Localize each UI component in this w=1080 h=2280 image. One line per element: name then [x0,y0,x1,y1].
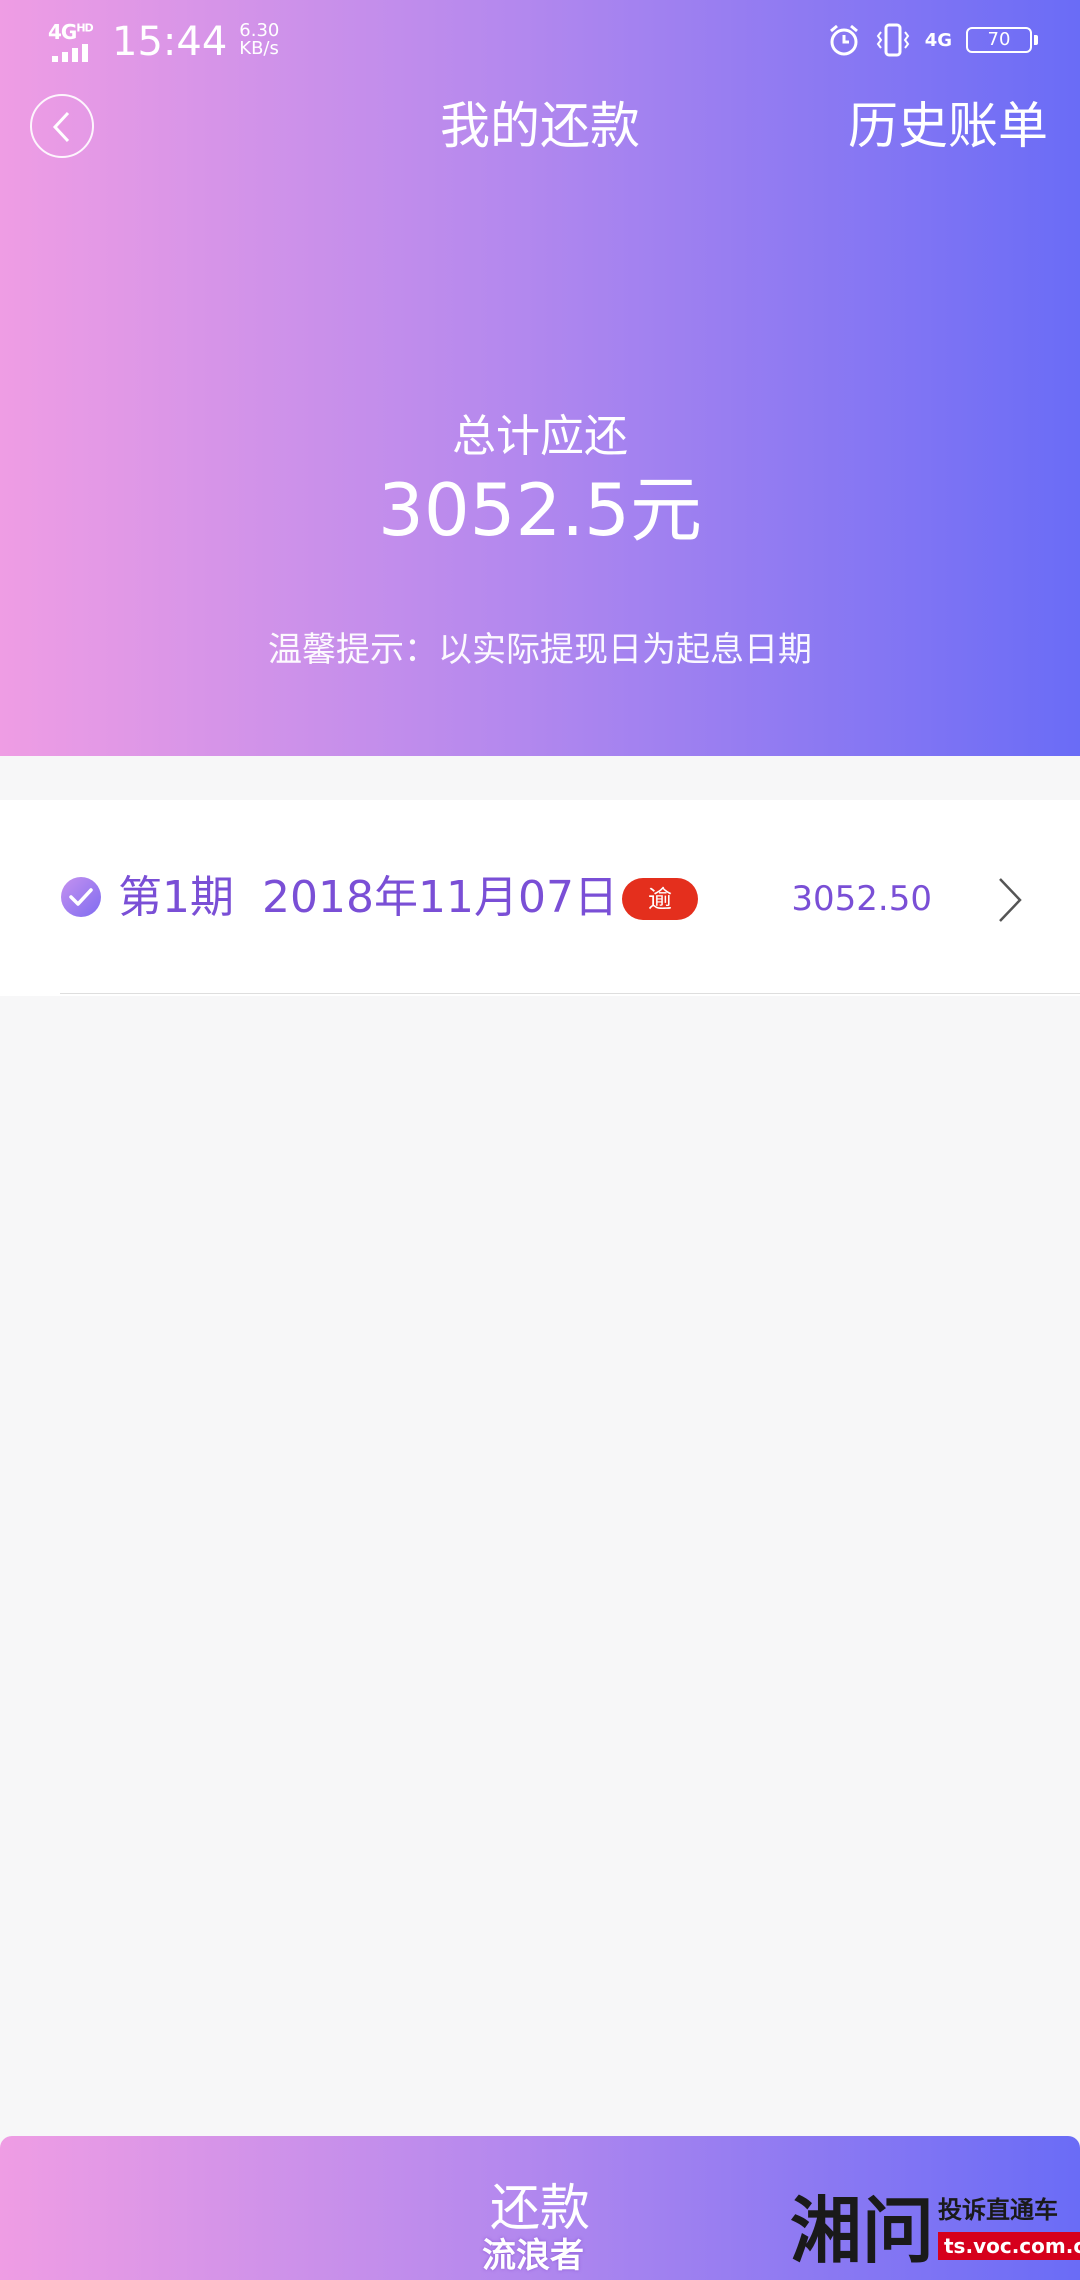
interest-tip: 温馨提示：以实际提现日为起息日期 [268,630,812,670]
overdue-badge: 逾 [622,878,698,920]
total-due-label: 总计应还 [452,411,628,462]
network-hd: HD [76,21,93,35]
network-type: 4G [48,20,77,44]
total-due-amount: 3052.5元 [378,468,702,552]
chevron-right-icon [999,878,1022,922]
due-date: 2018年11月07日 [262,872,618,923]
chevron-left-icon [52,111,70,143]
watermark-logo: 湘问 投诉直通车 ts.voc.com.cn [790,2188,1080,2274]
list-divider [60,993,1080,994]
mobile-network-icon: 4G [924,29,952,51]
battery-icon: 70 [966,27,1038,53]
network-speed: 6.30 KB/s [239,22,279,58]
installment-amount: 3052.50 [791,879,932,919]
header-banner: 4GHD 15:44 6.30 KB/s 4G 70 我的还款 历史账单 总计应… [0,0,1080,756]
status-time: 15:44 [112,19,228,65]
history-bill-link[interactable]: 历史账单 [848,94,1048,158]
period-label: 第1期 [118,872,234,923]
signal-icon: 4GHD [48,20,104,64]
watermark-url: ts.voc.com.cn [938,2232,1080,2260]
speed-unit: KB/s [239,38,279,59]
watermark-logo-mark: 湘问 [790,2188,935,2273]
repay-button[interactable]: 还款 流浪者 湘问 投诉直通车 ts.voc.com.cn [0,2136,1080,2280]
alarm-icon [829,24,858,56]
watermark-slogan: 投诉直通车 [938,2196,1058,2224]
installment-list: 第1期 2018年11月07日 逾 3052.50 [0,800,1080,996]
battery-level: 70 [987,29,1011,50]
back-button[interactable] [30,94,94,158]
status-bar: 4GHD 15:44 6.30 KB/s 4G 70 [0,0,1080,84]
check-circle-icon [61,877,101,917]
list-item[interactable]: 第1期 2018年11月07日 逾 3052.50 [0,800,1080,996]
vibrate-icon [876,23,909,57]
watermark-username: 流浪者 [482,2236,584,2276]
